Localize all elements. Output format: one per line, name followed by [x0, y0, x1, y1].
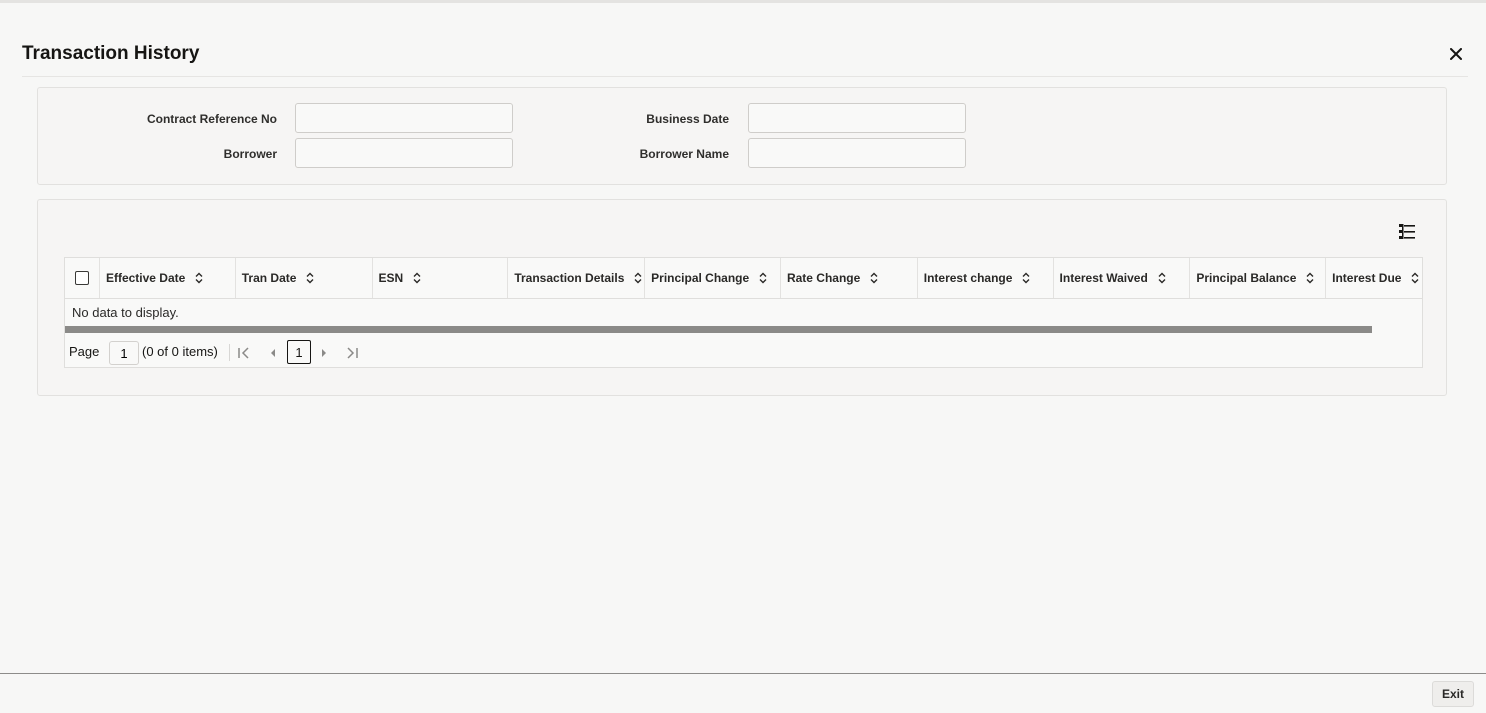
next-page-icon[interactable] [317, 346, 331, 360]
sort-icon[interactable] [634, 272, 642, 284]
column-management-icon [1399, 224, 1415, 239]
close-button[interactable] [1444, 42, 1468, 66]
empty-table-message: No data to display. [72, 305, 179, 320]
page-number-input[interactable] [109, 341, 139, 365]
borrower-input[interactable] [295, 138, 513, 168]
last-page-icon[interactable] [345, 346, 359, 360]
column-header-label: Principal Change [651, 271, 750, 285]
table-header: Effective Date Tran Date ESN Transaction… [65, 258, 1422, 299]
page-title: Transaction History [22, 43, 200, 64]
column-header-label: Principal Balance [1196, 271, 1297, 285]
column-header-esn[interactable]: ESN [373, 258, 509, 298]
sort-icon[interactable] [1158, 272, 1166, 284]
transactions-table: Effective Date Tran Date ESN Transaction… [64, 257, 1423, 368]
search-form-panel: Contract Reference No Business Date Borr… [37, 87, 1447, 185]
sort-icon[interactable] [195, 272, 203, 284]
sort-icon[interactable] [413, 272, 421, 284]
sort-icon[interactable] [1022, 272, 1030, 284]
column-header-principal-balance[interactable]: Principal Balance [1190, 258, 1327, 298]
page-button-1[interactable]: 1 [287, 340, 311, 364]
close-icon [1450, 48, 1462, 60]
column-header-interest-waived[interactable]: Interest Waived [1054, 258, 1191, 298]
exit-button[interactable]: Exit [1432, 681, 1474, 707]
column-header-effective-date[interactable]: Effective Date [100, 258, 236, 298]
top-border [0, 0, 1486, 3]
column-header-principal-change[interactable]: Principal Change [645, 258, 781, 298]
column-header-label: ESN [378, 271, 404, 285]
contract-reference-input[interactable] [295, 103, 513, 133]
sort-icon[interactable] [870, 272, 878, 284]
previous-page-icon[interactable] [266, 346, 280, 360]
select-all-checkbox[interactable] [74, 271, 89, 285]
column-header-label: Interest change [923, 271, 1013, 285]
sort-icon[interactable] [759, 272, 767, 284]
column-header-label: Effective Date [105, 271, 186, 285]
column-management-button[interactable] [1397, 221, 1419, 241]
column-header-label: Tran Date [241, 271, 297, 285]
transactions-panel: Effective Date Tran Date ESN Transaction… [37, 199, 1447, 396]
contract-reference-label: Contract Reference No [146, 112, 277, 126]
business-date-input[interactable] [748, 103, 966, 133]
column-header-label: Interest Waived [1059, 271, 1148, 285]
pagination-bar: Page (0 of 0 items) 1 [65, 340, 1422, 365]
horizontal-scrollbar[interactable] [65, 326, 1372, 333]
borrower-name-label: Borrower Name [639, 147, 729, 161]
business-date-label: Business Date [646, 112, 729, 126]
column-header-interest-due[interactable]: Interest Due [1326, 258, 1422, 298]
column-header-interest-change[interactable]: Interest change [918, 258, 1054, 298]
sort-icon[interactable] [1306, 272, 1314, 284]
first-page-icon[interactable] [237, 346, 251, 360]
page-label: Page [69, 344, 100, 359]
footer-divider [0, 673, 1486, 674]
select-all-cell [65, 258, 100, 298]
column-header-label: Interest Due [1332, 271, 1402, 285]
sort-icon[interactable] [1411, 272, 1419, 284]
borrower-name-input[interactable] [748, 138, 966, 168]
title-divider [22, 76, 1468, 77]
column-header-rate-change[interactable]: Rate Change [781, 258, 918, 298]
column-header-label: Transaction Details [514, 271, 625, 285]
column-header-label: Rate Change [786, 271, 861, 285]
borrower-label: Borrower [223, 147, 277, 161]
item-count: (0 of 0 items) [142, 344, 218, 359]
column-header-transaction-details[interactable]: Transaction Details [508, 258, 646, 298]
column-header-tran-date[interactable]: Tran Date [236, 258, 373, 298]
sort-icon[interactable] [306, 272, 314, 284]
pagination-divider [229, 344, 230, 361]
